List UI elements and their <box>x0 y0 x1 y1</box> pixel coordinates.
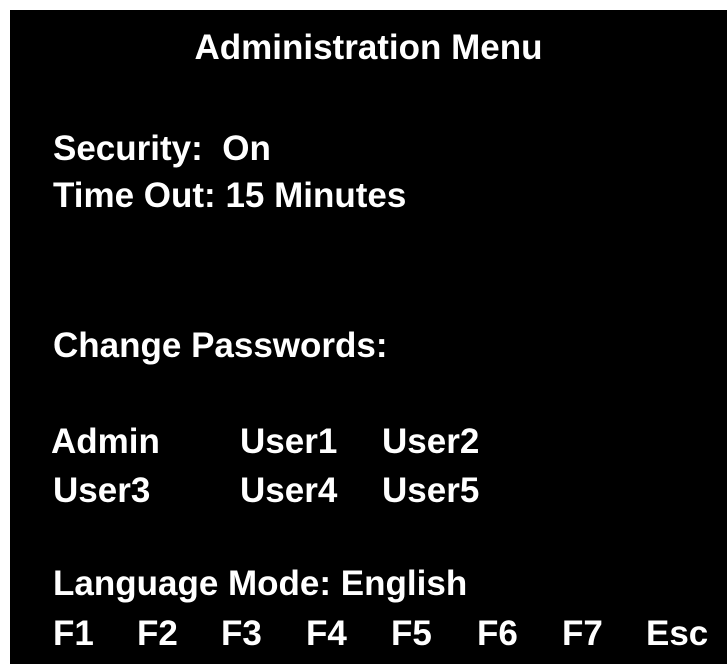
admin-menu-screen: Administration Menu Security: On Time Ou… <box>10 10 727 664</box>
timeout-status: Time Out: 15 Minutes <box>53 178 406 213</box>
f4-key[interactable]: F4 <box>306 616 347 651</box>
user-4[interactable]: User4 <box>240 473 337 508</box>
language-mode: Language Mode: English <box>53 566 467 601</box>
language-label: Language Mode: <box>53 564 332 603</box>
f1-key[interactable]: F1 <box>53 616 94 651</box>
f2-key[interactable]: F2 <box>137 616 178 651</box>
security-label: Security: <box>53 129 203 168</box>
esc-key[interactable]: Esc <box>646 616 708 651</box>
f5-key[interactable]: F5 <box>391 616 432 651</box>
user-3[interactable]: User3 <box>53 473 150 508</box>
user-admin[interactable]: Admin <box>51 424 160 459</box>
change-passwords-heading: Change Passwords: <box>53 326 388 365</box>
security-status: Security: On <box>53 131 271 166</box>
language-value[interactable]: English <box>341 564 467 603</box>
user-1[interactable]: User1 <box>240 424 337 459</box>
menu-title: Administration Menu <box>194 28 543 67</box>
timeout-value[interactable]: 15 Minutes <box>225 176 406 215</box>
security-value[interactable]: On <box>222 129 271 168</box>
user-2[interactable]: User2 <box>382 424 479 459</box>
user-5[interactable]: User5 <box>382 473 479 508</box>
timeout-label: Time Out: <box>53 176 216 215</box>
f6-key[interactable]: F6 <box>477 616 518 651</box>
f3-key[interactable]: F3 <box>221 616 262 651</box>
f7-key[interactable]: F7 <box>562 616 603 651</box>
